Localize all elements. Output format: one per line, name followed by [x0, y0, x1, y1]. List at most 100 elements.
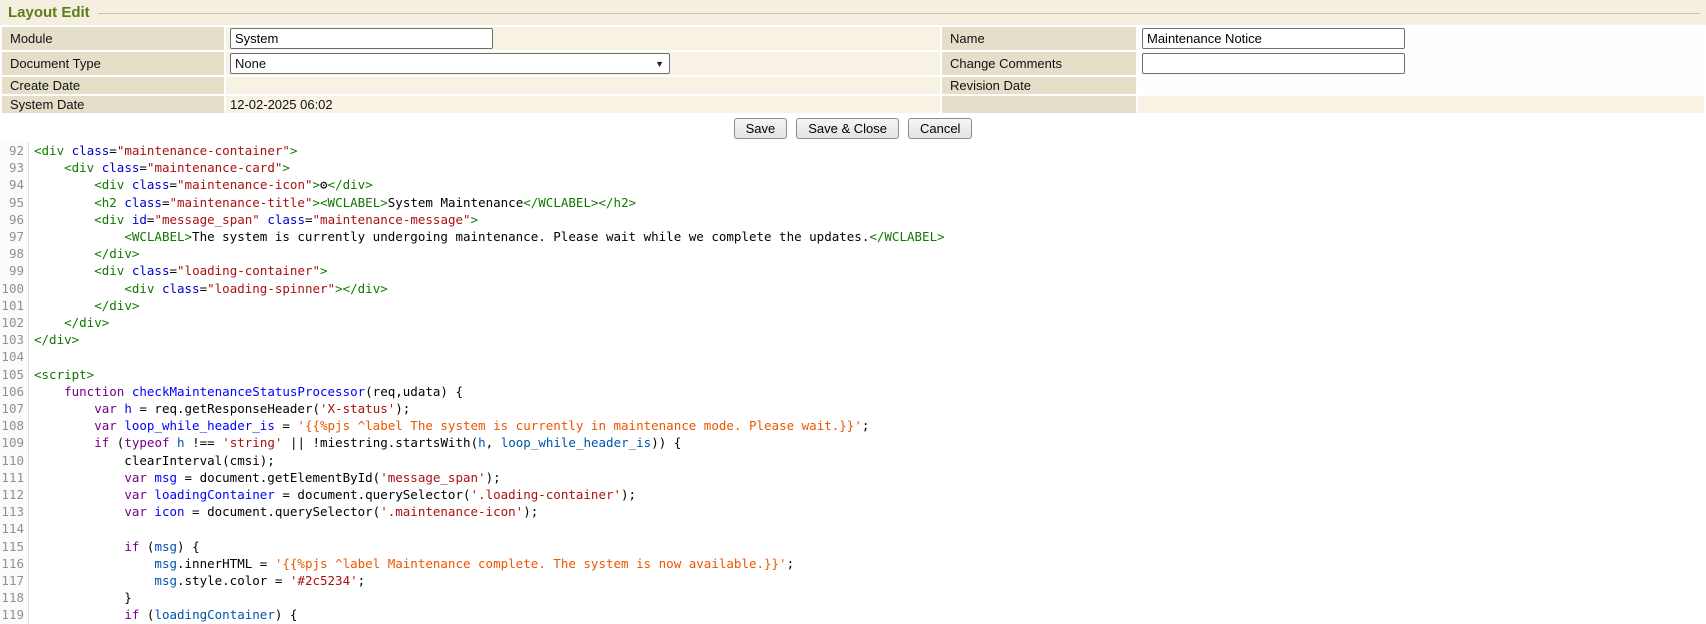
change-comments-input[interactable]: [1142, 53, 1405, 74]
code-token: =: [162, 195, 170, 210]
code-line[interactable]: if (loadingContainer) {: [34, 606, 1706, 623]
line-number: 111: [0, 469, 24, 486]
code-line[interactable]: clearInterval(cmsi);: [34, 452, 1706, 469]
code-line[interactable]: [34, 520, 1706, 537]
code-line[interactable]: <div class="loading-spinner"></div>: [34, 280, 1706, 297]
line-number: 116: [0, 555, 24, 572]
code-line[interactable]: function checkMaintenanceStatusProcessor…: [34, 383, 1706, 400]
code-token: The system is currently undergoing maint…: [192, 229, 869, 244]
line-number: 109: [0, 434, 24, 451]
code-line[interactable]: if (msg) {: [34, 538, 1706, 555]
line-number: 102: [0, 314, 24, 331]
form-actions: Save Save & Close Cancel: [0, 115, 1706, 142]
code-token: [34, 418, 94, 433]
name-input[interactable]: [1142, 28, 1405, 49]
code-line[interactable]: <div class="maintenance-container">: [34, 142, 1706, 159]
save-and-close-button[interactable]: Save & Close: [796, 118, 899, 139]
line-number: 103: [0, 331, 24, 348]
code-line[interactable]: [34, 348, 1706, 365]
page-title: Layout Edit: [8, 4, 90, 21]
code-token: msg: [154, 556, 177, 571]
code-token: [124, 384, 132, 399]
code-token: h: [124, 401, 132, 416]
code-line[interactable]: <div class="maintenance-icon">⚙</div>: [34, 176, 1706, 193]
module-input[interactable]: [230, 28, 493, 49]
code-token: );: [523, 504, 538, 519]
code-token: ,: [486, 435, 501, 450]
form-row-create-revision: Create Date Revision Date: [2, 77, 1704, 94]
code-token: >: [313, 177, 321, 192]
code-line[interactable]: <div class="loading-container">: [34, 262, 1706, 279]
empty-label-cell: [942, 96, 1136, 113]
code-token: =: [275, 418, 298, 433]
code-line[interactable]: var loop_while_header_is = '{{%pjs ^labe…: [34, 417, 1706, 434]
code-line[interactable]: </div>: [34, 314, 1706, 331]
code-line[interactable]: </div>: [34, 331, 1706, 348]
code-token: 'X-status': [320, 401, 395, 416]
code-line[interactable]: if (typeof h !== 'string' || !miestring.…: [34, 434, 1706, 451]
code-token: [34, 315, 64, 330]
code-token: var: [124, 487, 147, 502]
code-token: var: [94, 401, 117, 416]
code-token: [124, 212, 132, 227]
code-line[interactable]: }: [34, 589, 1706, 606]
code-token: (: [139, 607, 154, 622]
header-rule: [98, 13, 1700, 14]
code-token: msg: [154, 470, 177, 485]
code-line[interactable]: var icon = document.querySelector('.main…: [34, 503, 1706, 520]
code-line[interactable]: var msg = document.getElementById('messa…: [34, 469, 1706, 486]
code-token: class: [132, 177, 170, 192]
system-date-label: System Date: [2, 96, 224, 113]
code-token: );: [486, 470, 501, 485]
code-token: [124, 263, 132, 278]
code-line[interactable]: <WCLABEL>The system is currently undergo…: [34, 228, 1706, 245]
code-line[interactable]: <h2 class="maintenance-title"><WCLABEL>S…: [34, 194, 1706, 211]
code-token: <div: [94, 263, 124, 278]
code-lines[interactable]: <div class="maintenance-container"> <div…: [29, 142, 1706, 624]
document-type-select[interactable]: None ▼: [230, 53, 670, 74]
code-token: System Maintenance: [388, 195, 523, 210]
code-token: class: [267, 212, 305, 227]
code-token: [34, 177, 94, 192]
empty-value-cell: [1138, 96, 1704, 113]
code-line[interactable]: msg.style.color = '#2c5234';: [34, 572, 1706, 589]
code-token: (req,udata) {: [365, 384, 463, 399]
code-line[interactable]: var h = req.getResponseHeader('X-status'…: [34, 400, 1706, 417]
code-token: '{{%pjs ^label Maintenance complete. The…: [275, 556, 787, 571]
code-token: >: [282, 160, 290, 175]
code-token: </div>: [64, 315, 109, 330]
code-token: </div>: [328, 177, 373, 192]
line-number: 95: [0, 194, 24, 211]
code-line[interactable]: <script>: [34, 366, 1706, 383]
code-token: var: [124, 470, 147, 485]
code-token: ;: [358, 573, 366, 588]
line-number: 96: [0, 211, 24, 228]
code-token: ) {: [275, 607, 298, 622]
code-line[interactable]: <div class="maintenance-card">: [34, 159, 1706, 176]
code-token: if: [124, 607, 139, 622]
code-token: !==: [185, 435, 223, 450]
save-button[interactable]: Save: [734, 118, 788, 139]
code-token: loop_while_header_is: [124, 418, 275, 433]
code-token: );: [621, 487, 636, 502]
line-number: 93: [0, 159, 24, 176]
code-token: [170, 435, 178, 450]
code-line[interactable]: var loadingContainer = document.querySel…: [34, 486, 1706, 503]
code-editor[interactable]: 9293949596979899100101102103104105106107…: [0, 142, 1706, 624]
code-line[interactable]: </div>: [34, 297, 1706, 314]
code-line[interactable]: <div id="message_span" class="maintenanc…: [34, 211, 1706, 228]
code-token: .innerHTML =: [177, 556, 275, 571]
code-token: <script>: [34, 367, 94, 382]
code-token: = document.getElementById(: [177, 470, 380, 485]
code-token: [34, 384, 64, 399]
cancel-button[interactable]: Cancel: [908, 118, 972, 139]
code-line[interactable]: msg.innerHTML = '{{%pjs ^label Maintenan…: [34, 555, 1706, 572]
code-line[interactable]: </div>: [34, 245, 1706, 262]
code-token: "maintenance-container": [117, 143, 290, 158]
code-token: 'string': [222, 435, 282, 450]
code-token: [154, 281, 162, 296]
code-token: ></div>: [335, 281, 388, 296]
line-number: 114: [0, 520, 24, 537]
code-token: [34, 556, 154, 571]
code-token: '.loading-container': [471, 487, 622, 502]
